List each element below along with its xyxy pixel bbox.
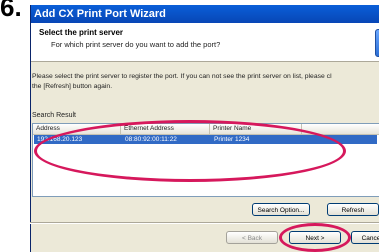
search-result-list[interactable]: Address Ethernet Address Printer Name 19… — [32, 123, 379, 197]
cell-address: 192.168.20.123 — [37, 136, 83, 143]
step-number: 6. — [0, 0, 22, 22]
cell-printer-name: Printer 1234 — [214, 136, 250, 143]
column-printer-name[interactable]: Printer Name — [210, 124, 302, 134]
header-title: Select the print server — [39, 28, 124, 37]
table-row[interactable]: 192.168.20.123 08:80:92:00:11:22 Printer… — [34, 135, 377, 144]
cancel-button[interactable]: Cance — [351, 231, 379, 244]
next-button[interactable]: Next > — [289, 231, 341, 244]
search-option-button[interactable]: Search Option... — [252, 203, 310, 216]
column-address[interactable]: Address — [33, 124, 121, 134]
search-result-label: Search Result — [32, 112, 76, 119]
instruction-text: Please select the print server to regist… — [32, 72, 362, 92]
back-button[interactable]: < Back — [226, 231, 278, 244]
window-title: Add CX Print Port Wizard — [31, 5, 379, 23]
instruction-line-2: the [Refresh] button again. — [32, 83, 113, 90]
footer-divider — [30, 222, 379, 224]
list-header: Address Ethernet Address Printer Name — [33, 124, 379, 135]
wizard-icon — [375, 29, 379, 57]
column-ethernet-address[interactable]: Ethernet Address — [121, 124, 210, 134]
wizard-header: Select the print server For which print … — [31, 23, 379, 62]
header-subtitle: For which print server do you want to ad… — [51, 40, 221, 49]
cell-ethernet-address: 08:80:92:00:11:22 — [125, 136, 177, 143]
refresh-button[interactable]: Refresh — [327, 203, 379, 216]
instruction-line-1: Please select the print server to regist… — [32, 73, 332, 80]
